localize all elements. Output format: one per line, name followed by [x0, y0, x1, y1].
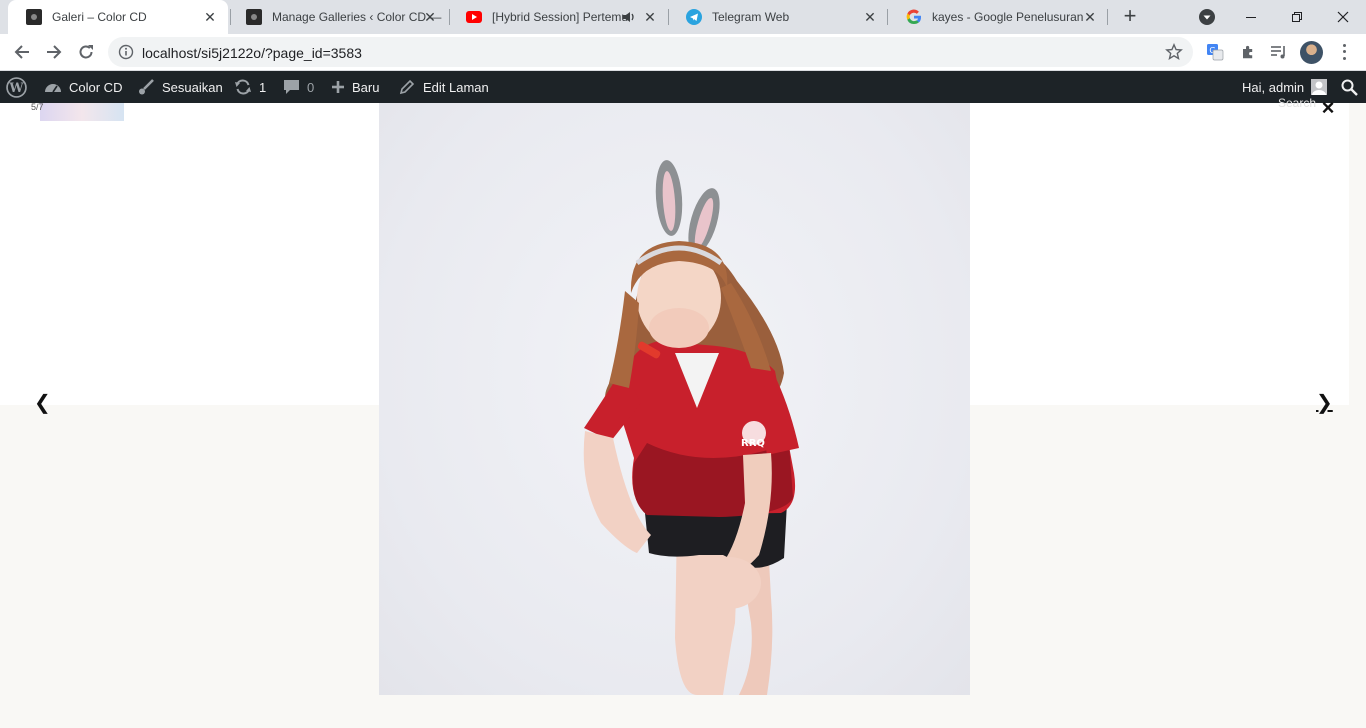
- customize-link[interactable]: Sesuaikan: [136, 71, 223, 103]
- updates-link[interactable]: 1: [233, 71, 266, 103]
- comments-link[interactable]: 0: [281, 71, 314, 103]
- telegram-icon: [686, 9, 702, 25]
- google-icon: [906, 9, 922, 25]
- tab-close-icon[interactable]: ✕: [422, 9, 438, 25]
- lightbox-counter: 5/7: [31, 102, 44, 112]
- tab-manage-galleries[interactable]: Manage Galleries ‹ Color CD — ✕: [228, 0, 448, 34]
- customize-label: Sesuaikan: [162, 79, 223, 95]
- gallery-thumbnail[interactable]: [40, 103, 124, 121]
- tab-close-icon[interactable]: ✕: [642, 9, 658, 25]
- comments-count: 0: [307, 79, 315, 95]
- lightbox-prev-button[interactable]: ❮: [34, 390, 51, 415]
- site-favicon-icon: [246, 9, 262, 25]
- adminbar-search-icon[interactable]: [1341, 71, 1358, 103]
- comment-bubble-icon: [281, 77, 301, 97]
- browser-toolbar: localhost/si5j2122o/?page_id=3583 G: [0, 34, 1366, 71]
- search-field-placeholder[interactable]: Search: [1278, 96, 1316, 110]
- profile-avatar[interactable]: [1300, 41, 1323, 64]
- dashboard-gauge-icon: [43, 77, 63, 97]
- lightbox-next-button[interactable]: ❯: [1316, 390, 1333, 415]
- new-label: Baru: [352, 79, 380, 95]
- extensions-puzzle-icon[interactable]: [1237, 41, 1259, 63]
- browser-tabstrip: Galeri – Color CD ✕ Manage Galleries ‹ C…: [0, 0, 1366, 34]
- new-content-link[interactable]: Baru: [330, 71, 379, 103]
- google-translate-icon[interactable]: G: [1204, 41, 1226, 63]
- tab-close-icon[interactable]: ✕: [202, 9, 218, 25]
- tab-galeri[interactable]: Galeri – Color CD ✕: [8, 0, 228, 34]
- youtube-icon: [466, 9, 482, 25]
- svg-text:RRQ: RRQ: [741, 438, 765, 449]
- greeting-label: Hai, admin: [1242, 79, 1305, 95]
- tab-close-icon[interactable]: ✕: [862, 9, 878, 25]
- tab-close-icon[interactable]: ✕: [1082, 9, 1098, 25]
- tab-separator: [1107, 9, 1108, 25]
- pencil-icon: [397, 77, 417, 97]
- wordpress-logo-icon[interactable]: W: [6, 71, 27, 103]
- svg-text:W: W: [8, 80, 24, 95]
- bookmark-star-icon[interactable]: [1165, 43, 1183, 61]
- restore-icon[interactable]: [1274, 0, 1320, 34]
- new-tab-button[interactable]: +: [1118, 5, 1142, 29]
- updates-refresh-icon: [233, 77, 253, 97]
- user-avatar-icon: [1311, 79, 1328, 95]
- edit-page-link[interactable]: Edit Laman: [397, 71, 489, 103]
- page-scrollbar-gutter: [1349, 103, 1366, 405]
- audio-playing-icon[interactable]: [622, 9, 636, 25]
- lightbox-image[interactable]: RRQ: [379, 103, 970, 695]
- chrome-menu-icon[interactable]: [1336, 42, 1352, 62]
- tab-search-icon[interactable]: [1199, 9, 1215, 25]
- window-close-icon[interactable]: [1320, 0, 1366, 34]
- edit-page-label: Edit Laman: [423, 79, 489, 95]
- tab-hybrid-session[interactable]: [Hybrid Session] Pertemu ✕: [448, 0, 668, 34]
- lightbox-close-button[interactable]: ×: [1318, 97, 1338, 119]
- photo-illustration: RRQ: [583, 160, 799, 695]
- site-favicon-icon: [26, 9, 42, 25]
- site-name-label: Color CD: [69, 79, 123, 95]
- url-text: localhost/si5j2122o/?page_id=3583: [142, 45, 362, 61]
- tab-google-search[interactable]: kayes - Google Penelusuran ✕: [888, 0, 1108, 34]
- wp-admin-bar: W Color CD Sesuaikan 1 0 Baru Edit Laman…: [0, 71, 1366, 103]
- minimize-icon[interactable]: [1228, 0, 1274, 34]
- back-arrow-icon[interactable]: [10, 40, 34, 64]
- reload-icon[interactable]: [74, 40, 98, 64]
- site-info-icon[interactable]: [118, 44, 134, 60]
- updates-count: 1: [259, 79, 267, 95]
- address-bar[interactable]: localhost/si5j2122o/?page_id=3583: [108, 37, 1193, 67]
- site-name-menu[interactable]: Color CD: [43, 71, 122, 103]
- tab-telegram[interactable]: Telegram Web ✕: [668, 0, 888, 34]
- forward-arrow-icon[interactable]: [42, 40, 66, 64]
- media-controls-icon[interactable]: [1268, 41, 1290, 63]
- plus-icon: [330, 77, 346, 97]
- paintbrush-icon: [136, 77, 156, 97]
